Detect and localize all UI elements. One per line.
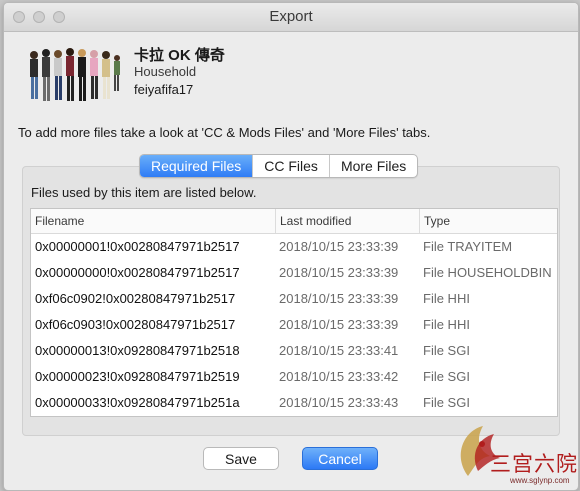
table-row[interactable]: 0x00000001!0x00280847971b2517 2018/10/15… (31, 234, 557, 260)
tab-cc-files[interactable]: CC Files (252, 155, 329, 177)
cell-type: File SGI (423, 343, 470, 358)
files-table[interactable]: Filename Last modified Type 0x00000001!0… (30, 208, 558, 417)
table-row[interactable]: 0x00000000!0x00280847971b2517 2018/10/15… (31, 260, 557, 286)
cell-filename: 0x00000001!0x00280847971b2517 (35, 239, 240, 254)
cell-last-modified: 2018/10/15 23:33:39 (279, 265, 399, 280)
table-row[interactable]: 0xf06c0903!0x00280847971b2517 2018/10/15… (31, 312, 557, 338)
household-thumbnail (30, 48, 120, 101)
tab-more-files[interactable]: More Files (328, 155, 417, 177)
tab-required-files[interactable]: Required Files (140, 155, 253, 177)
title-bar[interactable]: Export (4, 3, 578, 32)
cell-last-modified: 2018/10/15 23:33:39 (279, 291, 399, 306)
column-header-last-modified[interactable]: Last modified (275, 209, 419, 233)
cell-last-modified: 2018/10/15 23:33:43 (279, 395, 399, 410)
table-row[interactable]: 0xf06c0902!0x00280847971b2517 2018/10/15… (31, 286, 557, 312)
table-row[interactable]: 0x00000023!0x09280847971b2519 2018/10/15… (31, 364, 557, 390)
window-title: Export (269, 8, 313, 25)
cell-type: File SGI (423, 395, 470, 410)
cell-last-modified: 2018/10/15 23:33:41 (279, 343, 399, 358)
files-caption: Files used by this item are listed below… (31, 185, 257, 200)
cell-filename: 0x00000013!0x09280847971b2518 (35, 343, 240, 358)
cell-type: File SGI (423, 369, 470, 384)
table-header: Filename Last modified Type (31, 209, 557, 234)
household-author: feiyafifa17 (134, 82, 194, 97)
cell-filename: 0x00000000!0x00280847971b2517 (35, 265, 240, 280)
cell-filename: 0xf06c0903!0x00280847971b2517 (35, 317, 236, 332)
cell-type: File HHI (423, 291, 470, 306)
file-tabs: Required Files CC Files More Files (139, 154, 419, 178)
household-name: 卡拉 OK 傳奇 (134, 47, 225, 64)
household-type: Household (134, 64, 197, 79)
table-row[interactable]: 0x00000013!0x09280847971b2518 2018/10/15… (31, 338, 557, 364)
cell-filename: 0xf06c0902!0x00280847971b2517 (35, 291, 236, 306)
save-button[interactable]: Save (203, 447, 279, 470)
cancel-button[interactable]: Cancel (302, 447, 378, 470)
table-row[interactable]: 0x00000033!0x09280847971b251a 2018/10/15… (31, 390, 557, 416)
tabs-hint-text: To add more files take a look at 'CC & M… (18, 125, 431, 140)
watermark-text: 三宫六院 (490, 452, 578, 476)
column-header-type[interactable]: Type (419, 209, 557, 233)
cell-last-modified: 2018/10/15 23:33:39 (279, 239, 399, 254)
cell-filename: 0x00000023!0x09280847971b2519 (35, 369, 240, 384)
cell-type: File HOUSEHOLDBIN (423, 265, 552, 280)
cell-type: File TRAYITEM (423, 239, 513, 254)
watermark-url: www.sglynp.com (510, 476, 570, 485)
cell-filename: 0x00000033!0x09280847971b251a (35, 395, 240, 410)
cell-last-modified: 2018/10/15 23:33:39 (279, 317, 399, 332)
cell-last-modified: 2018/10/15 23:33:42 (279, 369, 399, 384)
column-header-filename[interactable]: Filename (31, 209, 275, 233)
cell-type: File HHI (423, 317, 470, 332)
